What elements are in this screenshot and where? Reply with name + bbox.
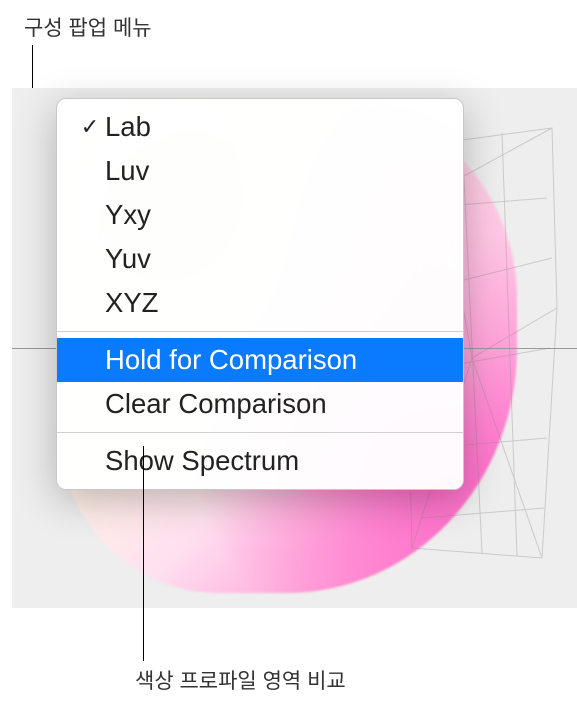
- callout-label-top: 구성 팝업 메뉴: [24, 12, 152, 42]
- menu-separator: [57, 432, 463, 433]
- menu-item-label: Yuv: [105, 243, 445, 275]
- menu-item-yxy[interactable]: Yxy: [57, 193, 463, 237]
- menu-item-clear-comparison[interactable]: Clear Comparison: [57, 382, 463, 426]
- menu-item-lab[interactable]: ✓ Lab: [57, 105, 463, 149]
- menu-item-hold-comparison[interactable]: Hold for Comparison: [57, 338, 463, 382]
- menu-item-label: XYZ: [105, 287, 445, 319]
- check-icon: ✓: [75, 116, 105, 138]
- composition-popup-menu: ✓ Lab Luv Yxy Yuv XYZ Hold for Compariso…: [56, 98, 464, 490]
- menu-item-yuv[interactable]: Yuv: [57, 237, 463, 281]
- menu-item-luv[interactable]: Luv: [57, 149, 463, 193]
- menu-separator: [57, 331, 463, 332]
- menu-item-label: Clear Comparison: [105, 388, 445, 420]
- menu-item-label: Show Spectrum: [105, 445, 445, 477]
- menu-item-label: Lab: [105, 111, 445, 143]
- callout-label-bottom: 색상 프로파일 영역 비교: [135, 665, 346, 695]
- menu-item-label: Hold for Comparison: [105, 344, 445, 376]
- menu-item-xyz[interactable]: XYZ: [57, 281, 463, 325]
- callout-line: [143, 446, 144, 661]
- menu-item-label: Yxy: [105, 199, 445, 231]
- menu-item-label: Luv: [105, 155, 445, 187]
- menu-item-show-spectrum[interactable]: Show Spectrum: [57, 439, 463, 483]
